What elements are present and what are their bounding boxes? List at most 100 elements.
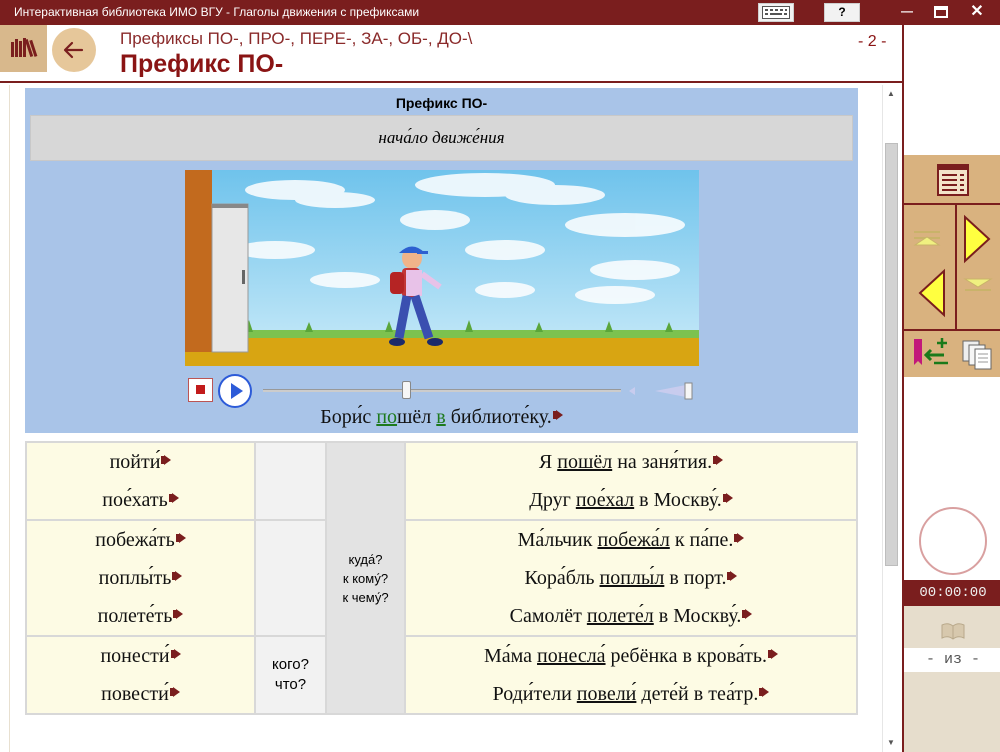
animation-sentence: Бори́с пошёл в библиоте́ку.: [25, 406, 858, 429]
verb-item: понести́: [27, 637, 254, 675]
scroll-up-arrow[interactable]: ▲: [887, 89, 895, 98]
sentence-prefix: по: [376, 406, 398, 428]
example-cell: Ма́льчик побежа́л к па́пе. Кора́бль поплы…: [404, 519, 858, 637]
bookmark-icon: [914, 338, 948, 365]
scroll-thumb[interactable]: [885, 143, 898, 566]
table-row: пойти́ пое́хать куда́? к кому́? к чему́? Я …: [25, 441, 858, 715]
sentence-verb: понесла́: [537, 645, 606, 667]
scroll-down-arrow[interactable]: ▼: [887, 738, 895, 747]
sound-icon[interactable]: [175, 533, 186, 543]
direction-question: куда́? к кому́? к чему́?: [342, 551, 389, 605]
title-bar: Интерактивная библиотека ИМО ВГУ - Глаго…: [0, 0, 1000, 25]
library-button[interactable]: [0, 25, 47, 72]
sound-icon[interactable]: [722, 493, 733, 503]
prev-page-button[interactable]: [904, 267, 955, 329]
stop-icon: [196, 385, 205, 394]
keyboard-button[interactable]: [758, 3, 794, 22]
verb-item: пое́хать: [27, 481, 254, 519]
sound-icon[interactable]: [727, 571, 738, 581]
page-counter-block: - из -: [904, 606, 1000, 752]
help-button[interactable]: ?: [824, 3, 860, 22]
back-button[interactable]: [52, 28, 96, 72]
content-margin-line: [9, 85, 10, 752]
page-header: Префиксы ПО-, ПРО-, ПЕРЕ-, ЗА-, ОБ-, ДО-…: [0, 25, 902, 83]
verb-text: пое́хать: [102, 489, 168, 511]
verb-cell: пойти́ пое́хать: [25, 441, 256, 521]
sentence-part: Бори́с: [320, 406, 377, 428]
object-question-cell: [254, 441, 327, 521]
sound-icon[interactable]: [742, 609, 753, 619]
sentence-rest: в Москву́.: [653, 605, 742, 627]
object-question-cell: [254, 519, 327, 637]
sentence-subject: Ма́льчик: [517, 529, 598, 551]
sentence-rest: в порт.: [664, 567, 727, 589]
last-page-icon: [963, 278, 993, 291]
next-page-button[interactable]: [957, 205, 1000, 267]
example-sentence: Кора́бль поплы́л в порт.: [406, 559, 856, 597]
maximize-icon: [934, 6, 948, 18]
sentence-rest: ребёнка в крова́ть.: [605, 645, 768, 667]
sound-icon[interactable]: [168, 493, 179, 503]
verb-item: поплы́ть: [27, 559, 254, 597]
sentence-rest: к па́пе.: [669, 529, 734, 551]
timer-dial[interactable]: [919, 507, 987, 575]
page-number: - 2 -: [858, 33, 887, 50]
library-icon: [11, 38, 38, 58]
sound-icon[interactable]: [173, 609, 184, 619]
sentence-part: библиоте́ку.: [445, 406, 552, 428]
sentence-preposition: в: [436, 406, 446, 428]
minimize-button[interactable]: —: [892, 3, 922, 22]
volume-icon[interactable]: [627, 380, 697, 402]
contents-button[interactable]: [904, 155, 1000, 203]
sentence-part: шёл: [397, 406, 437, 428]
sentence-rest: в Москву́.: [634, 489, 722, 511]
playback-progress-track[interactable]: [263, 389, 621, 392]
verb-text: поплы́ть: [98, 567, 172, 589]
verb-text: пойти́: [109, 451, 161, 473]
sound-icon[interactable]: [768, 649, 779, 659]
copy-icon: [962, 340, 992, 370]
navigation-panel: 00:00:00 - из -: [902, 25, 1000, 752]
verb-item: побежа́ть: [27, 521, 254, 559]
sentence-verb: пое́хал: [575, 489, 635, 511]
stop-button[interactable]: [188, 378, 213, 402]
sentence-verb: поплы́л: [599, 567, 665, 589]
example-sentence: Я пошёл на заня́тия.: [406, 443, 856, 481]
verb-text: побежа́ть: [95, 529, 175, 551]
sound-icon[interactable]: [713, 455, 724, 465]
sound-icon[interactable]: [172, 571, 183, 581]
sound-icon[interactable]: [170, 649, 181, 659]
page-title: Префикс ПО-: [120, 50, 284, 78]
sentence-subject: Друг: [529, 489, 576, 511]
maximize-button[interactable]: [926, 3, 956, 22]
example-cell: Ма́ма понесла́ ребёнка в крова́ть. Роди́т…: [404, 635, 858, 715]
copy-button[interactable]: [955, 331, 1000, 377]
table-row: побежа́ть поплы́ть полете́ть Ма́льчик побеж…: [25, 519, 858, 637]
playback-progress-thumb[interactable]: [402, 381, 412, 399]
play-button[interactable]: [218, 374, 252, 408]
sentence-subject: Роди́тели: [492, 683, 577, 705]
animation-scene[interactable]: [185, 170, 699, 366]
lesson-subtitle: Префиксы ПО-, ПРО-, ПЕРЕ-, ЗА-, ОБ-, ДО-…: [120, 29, 473, 48]
sentence-rest: дете́й в теа́тр.: [636, 683, 759, 705]
sound-icon[interactable]: [169, 687, 180, 697]
sound-icon[interactable]: [552, 410, 563, 420]
close-button[interactable]: ✕: [962, 3, 992, 22]
sentence-verb: повели́: [576, 683, 637, 705]
last-page-button[interactable]: [957, 267, 1000, 329]
animation-panel: Префикс ПО- нача́ло движе́ния Бори́с пош…: [25, 88, 858, 433]
bookmark-button[interactable]: [904, 331, 955, 377]
sentence-verb: полете́л: [586, 605, 654, 627]
navigation-block: [904, 155, 1000, 377]
sound-icon[interactable]: [759, 687, 770, 697]
sound-icon[interactable]: [734, 533, 745, 543]
sentence-subject: Кора́бль: [524, 567, 600, 589]
first-page-button[interactable]: [904, 205, 955, 267]
window-title: Интерактивная библиотека ИМО ВГУ - Глаго…: [14, 5, 420, 19]
verb-item: повести́: [27, 675, 254, 713]
verb-item: полете́ть: [27, 597, 254, 635]
verb-text: повести́: [101, 683, 169, 705]
verb-cell: понести́ повести́: [25, 635, 256, 715]
contents-icon: [937, 164, 969, 196]
sound-icon[interactable]: [161, 455, 172, 465]
